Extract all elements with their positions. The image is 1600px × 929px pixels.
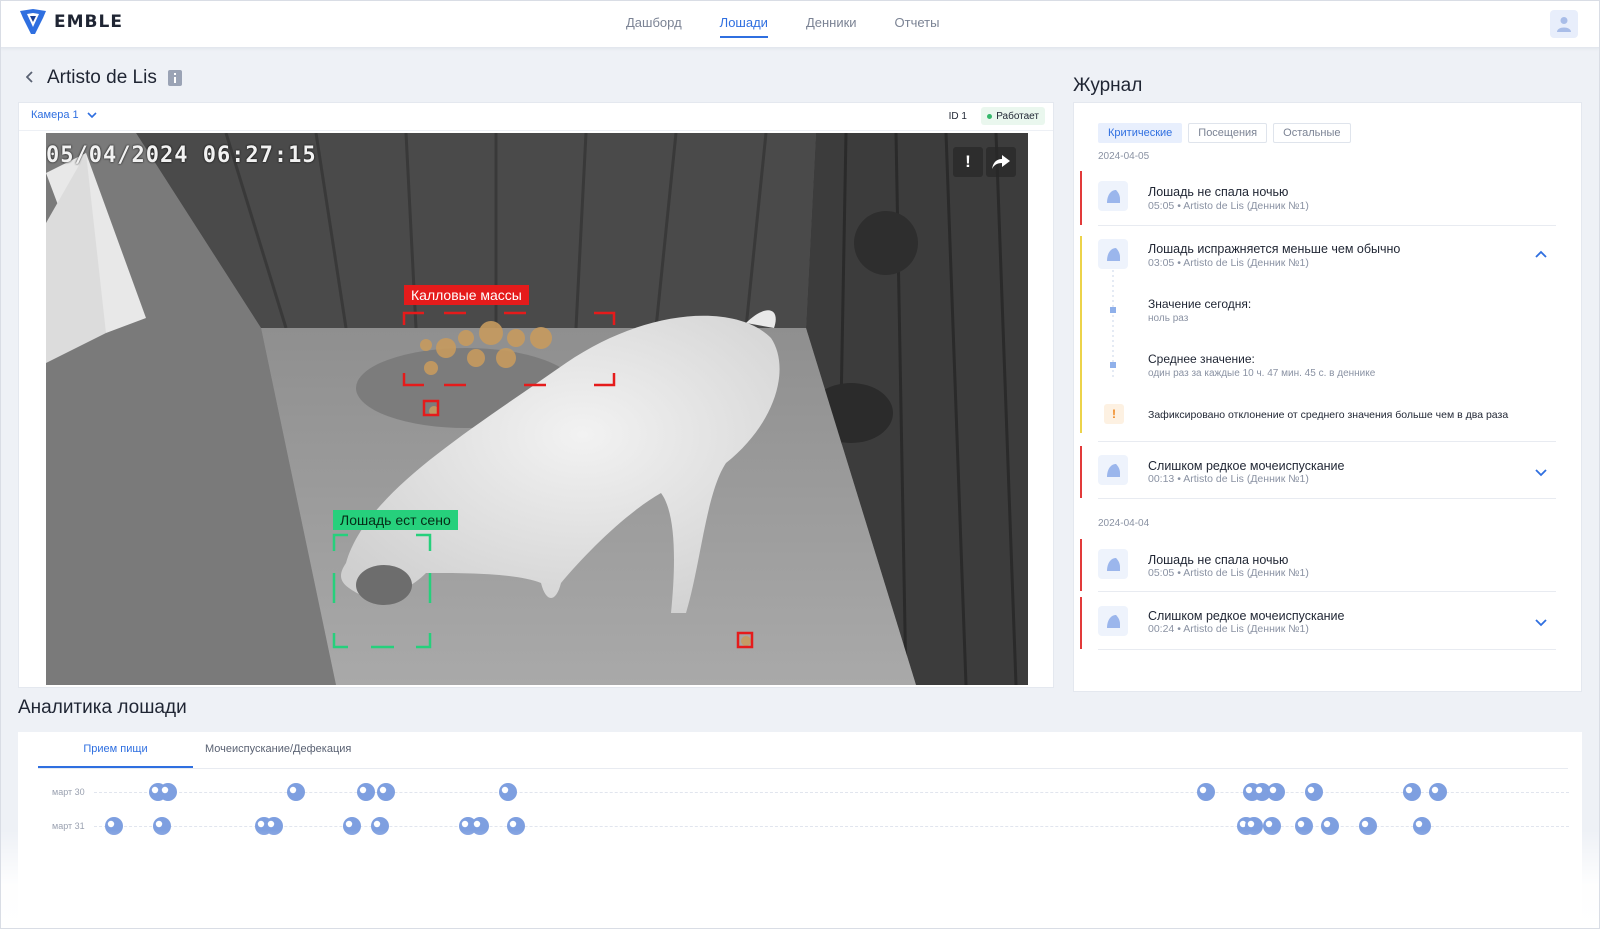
- detail-value-today: ноль раз: [1148, 313, 1189, 324]
- chevron-left-icon: [26, 71, 33, 83]
- main-nav: Дашборд Лошади Денники Отчеты: [626, 0, 977, 48]
- bottom-fade: [0, 830, 1600, 929]
- journal-item[interactable]: Слишком редкое мочеиспускание 00:24 • Ar…: [1080, 597, 1556, 649]
- journal-item-title: Лошадь не спала ночью: [1148, 553, 1289, 567]
- back-button[interactable]: [22, 68, 38, 86]
- detection-label-eating: Лошадь ест сено: [333, 510, 458, 530]
- brand-logo[interactable]: EMBLE: [18, 8, 123, 36]
- chevron-down-icon[interactable]: [1534, 465, 1548, 479]
- user-avatar[interactable]: [1550, 10, 1578, 38]
- share-arrow-icon: [992, 155, 1010, 169]
- divider: [1098, 225, 1556, 226]
- tab-other[interactable]: Остальные: [1273, 123, 1351, 143]
- detail-label-today: Значение сегодня:: [1148, 297, 1252, 311]
- horse-head-icon: [1098, 606, 1128, 636]
- camera-toolbar: Камера 1 ID 1 Работает: [19, 103, 1053, 131]
- journal-item-meta: 05:05 • Artisto de Lis (Денник №1): [1148, 200, 1309, 212]
- divider: [1098, 441, 1556, 442]
- horse-head-icon: [1098, 549, 1128, 579]
- journal-item-title: Слишком редкое мочеиспускание: [1148, 609, 1345, 623]
- camera-id: ID 1: [948, 111, 967, 122]
- journal-item[interactable]: Лошадь не спала ночью 05:05 • Artisto de…: [1080, 539, 1556, 591]
- share-button[interactable]: [986, 147, 1016, 177]
- chevron-down-icon: [87, 112, 97, 118]
- feeding-event-icon[interactable]: [377, 783, 395, 801]
- tab-critical[interactable]: Критические: [1098, 123, 1183, 143]
- camera-video-feed[interactable]: 05/04/2024 06:27:15 ! Калловые массы Лош…: [46, 133, 1028, 685]
- report-issue-button[interactable]: !: [953, 147, 983, 177]
- severity-bar: [1080, 236, 1082, 433]
- brand-name: EMBLE: [54, 12, 123, 32]
- tab-visits[interactable]: Посещения: [1188, 123, 1268, 143]
- feeding-event-icon[interactable]: [1429, 783, 1447, 801]
- status-text: Работает: [996, 110, 1039, 122]
- journal-item-expanded[interactable]: Лошадь испражняется меньше чем обычно 03…: [1080, 236, 1556, 433]
- feeding-event-icon[interactable]: [1305, 783, 1323, 801]
- warning-icon: !: [1104, 404, 1124, 424]
- divider: [1098, 649, 1556, 650]
- severity-bar: [1080, 171, 1082, 225]
- journal-item-title: Слишком редкое мочеиспускание: [1148, 459, 1345, 473]
- shield-logo-icon: [20, 9, 46, 34]
- horse-head-icon: [1098, 239, 1128, 269]
- journal-item-title: Лошадь не спала ночью: [1148, 185, 1289, 199]
- journal-item[interactable]: Слишком редкое мочеиспускание 00:13 • Ar…: [1080, 446, 1556, 498]
- nav-item-reports[interactable]: Отчеты: [895, 0, 940, 48]
- journal-tabs: Критические Посещения Остальные: [1098, 123, 1351, 143]
- journal-item-meta: 05:05 • Artisto de Lis (Денник №1): [1148, 567, 1309, 579]
- journal-item[interactable]: Лошадь не спала ночью 05:05 • Artisto de…: [1080, 171, 1556, 225]
- nav-item-dashboard[interactable]: Дашборд: [626, 0, 682, 48]
- camera-panel: Камера 1 ID 1 Работает 05/04/2024 06:27:…: [18, 102, 1054, 688]
- detection-label-feces: Калловые массы: [404, 285, 529, 305]
- user-icon: [1557, 17, 1571, 32]
- journal-panel: Критические Посещения Остальные 2024-04-…: [1073, 102, 1582, 692]
- horse-info-button[interactable]: [168, 70, 182, 91]
- camera-select-value: Камера 1: [31, 109, 79, 121]
- journal-item-meta: 00:13 • Artisto de Lis (Денник №1): [1148, 473, 1309, 485]
- top-navigation-bar: EMBLE Дашборд Лошади Денники Отчеты: [0, 0, 1600, 48]
- info-card-icon: [168, 70, 182, 86]
- journal-date: 2024-04-05: [1098, 151, 1150, 162]
- feeding-event-icon[interactable]: [499, 783, 517, 801]
- page-title: Artisto de Lis: [47, 67, 157, 88]
- severity-bar: [1080, 597, 1082, 649]
- timeline-line: [1110, 270, 1116, 380]
- exclamation-icon: !: [965, 152, 971, 171]
- feeding-event-icon[interactable]: [1403, 783, 1421, 801]
- divider: [1098, 591, 1556, 592]
- detail-label-average: Среднее значение:: [1148, 352, 1255, 366]
- nav-item-stalls[interactable]: Денники: [806, 0, 857, 48]
- stall-scene: [46, 133, 1028, 685]
- alert-text: Зафиксировано отклонение от среднего зна…: [1148, 409, 1509, 421]
- chevron-up-icon[interactable]: [1534, 248, 1548, 262]
- detail-value-average: один раз за каждые 10 ч. 47 мин. 45 с. в…: [1148, 368, 1376, 379]
- feeding-event-icon[interactable]: [287, 783, 305, 801]
- severity-bar: [1080, 446, 1082, 498]
- journal-item-meta: 03:05 • Artisto de Lis (Денник №1): [1148, 257, 1309, 269]
- journal-title: Журнал: [1073, 75, 1143, 96]
- video-timestamp: 05/04/2024 06:27:15: [46, 143, 317, 168]
- status-badge: Работает: [981, 107, 1045, 125]
- horse-head-icon: [1098, 181, 1128, 211]
- feeding-event-icon[interactable]: [1267, 783, 1285, 801]
- journal-item-title: Лошадь испражняется меньше чем обычно: [1148, 242, 1401, 256]
- severity-bar: [1080, 539, 1082, 591]
- camera-select[interactable]: Камера 1: [31, 109, 97, 121]
- nav-item-horses[interactable]: Лошади: [719, 0, 768, 38]
- journal-date: 2024-04-04: [1098, 518, 1150, 529]
- divider: [1098, 498, 1556, 499]
- analytics-title: Аналитика лошади: [18, 697, 187, 718]
- feeding-event-icon[interactable]: [357, 783, 375, 801]
- feeding-event-icon[interactable]: [1197, 783, 1215, 801]
- feeding-event-icon[interactable]: [159, 783, 177, 801]
- status-dot-icon: [987, 113, 993, 119]
- horse-head-icon: [1098, 455, 1128, 485]
- journal-item-meta: 00:24 • Artisto de Lis (Денник №1): [1148, 623, 1309, 635]
- chevron-down-icon[interactable]: [1534, 615, 1548, 629]
